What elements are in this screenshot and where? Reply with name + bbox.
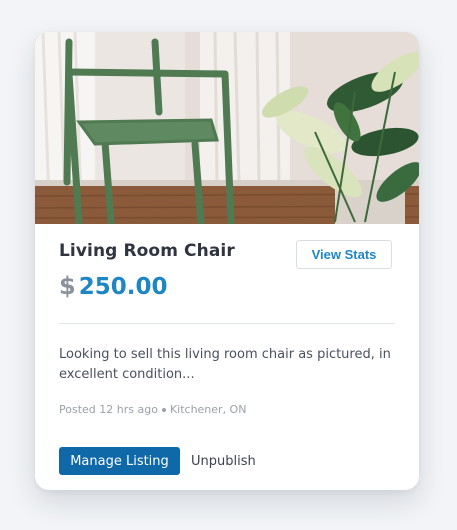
manage-listing-button[interactable]: Manage Listing	[59, 447, 180, 475]
separator-dot-icon	[161, 407, 166, 412]
posted-time: Posted 12 hrs ago	[59, 403, 158, 416]
listing-description: Looking to sell this living room chair a…	[59, 347, 391, 382]
chair-photo-illustration	[35, 32, 419, 224]
listing-photo	[35, 32, 419, 224]
listing-price: $ 250.00	[59, 272, 167, 300]
unpublish-button[interactable]: Unpublish	[191, 447, 256, 475]
currency-symbol: $	[59, 272, 76, 300]
view-stats-button[interactable]: View Stats	[296, 240, 392, 269]
price-amount: 250.00	[78, 274, 168, 300]
listing-card: Living Room Chair View Stats $ 250.00 Lo…	[35, 32, 419, 490]
listing-location: Kitchener, ON	[169, 403, 247, 416]
listing-meta: Posted 12 hrs ago Kitchener, ON	[59, 403, 246, 416]
listing-title: Living Room Chair	[59, 241, 235, 261]
divider	[59, 323, 395, 324]
